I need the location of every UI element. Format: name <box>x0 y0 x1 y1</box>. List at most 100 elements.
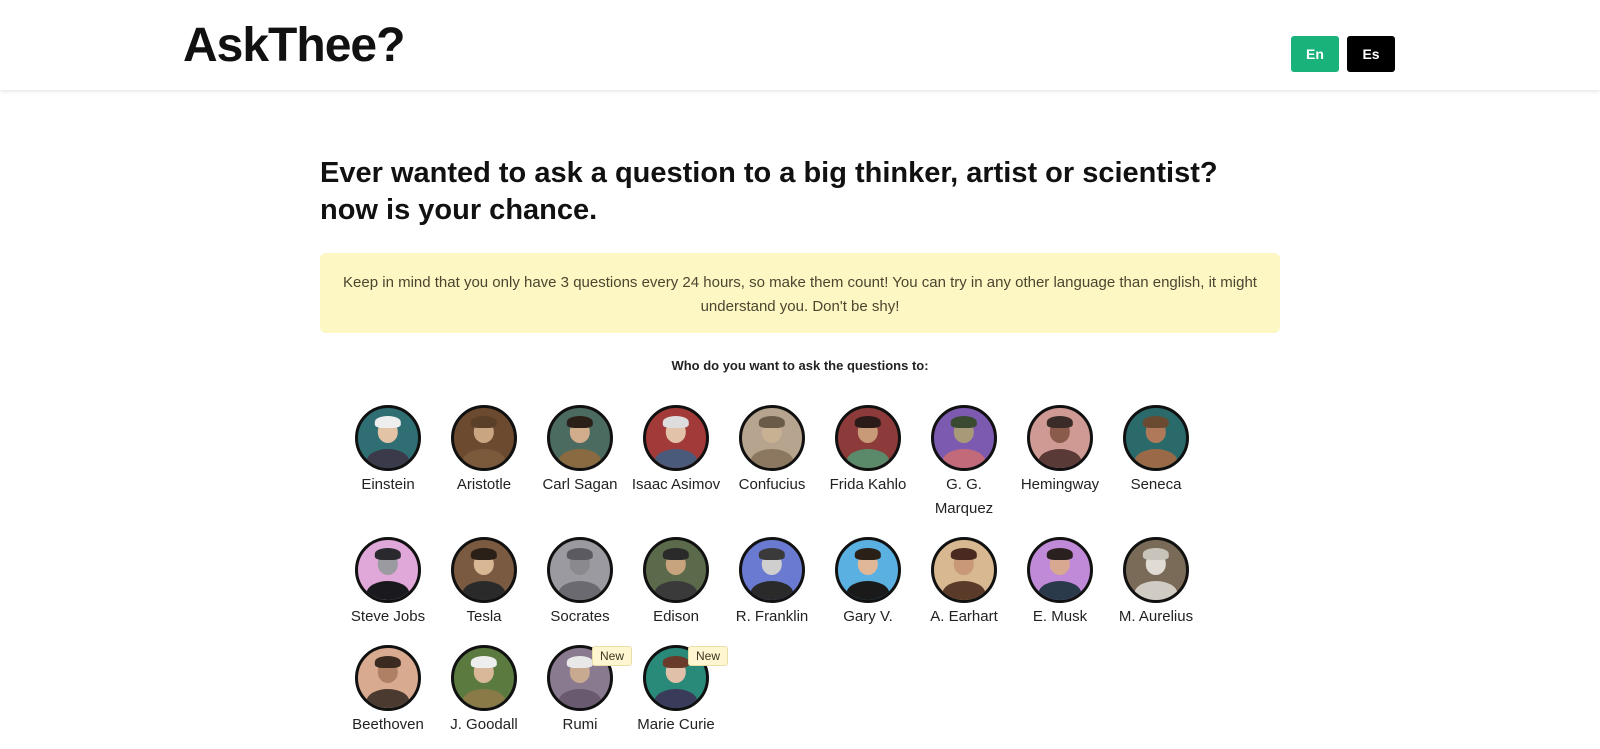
avatar[interactable] <box>451 405 517 471</box>
select-person-prompt: Who do you want to ask the questions to: <box>671 358 929 373</box>
avatar-body-shape <box>558 580 602 600</box>
person-name: Hemingway <box>1020 476 1100 493</box>
avatar-hair-shape <box>662 548 690 561</box>
avatar-hair-shape <box>662 416 690 429</box>
avatar[interactable] <box>547 405 613 471</box>
person-name: Frida Kahlo <box>829 476 907 493</box>
avatar-hair-shape <box>950 548 978 561</box>
person-name: Carl Sagan <box>542 476 618 493</box>
people-grid: Einstein Aristotle Carl Sagan Isaac Asimov C… <box>340 405 1210 737</box>
person-option[interactable]: Confucius <box>724 405 820 521</box>
person-option[interactable]: Beethoven <box>340 645 436 737</box>
avatar-body-shape <box>1134 448 1178 468</box>
new-badge: New <box>592 646 633 666</box>
person-option[interactable]: E. Musk <box>1012 537 1108 629</box>
person-option[interactable]: Einstein <box>340 405 436 521</box>
person-option[interactable]: A. Earhart <box>916 537 1012 629</box>
person-name: Edison <box>653 608 699 625</box>
person-option[interactable]: Aristotle <box>436 405 532 521</box>
person-option[interactable]: Carl Sagan <box>532 405 628 521</box>
avatar-body-shape <box>1038 448 1082 468</box>
avatar[interactable] <box>355 537 421 603</box>
avatar[interactable] <box>451 537 517 603</box>
avatar-body-shape <box>654 688 698 708</box>
brand-logo[interactable]: AskThee? <box>183 18 405 73</box>
person-name: Beethoven <box>352 716 424 733</box>
avatar-hair-shape <box>758 548 786 561</box>
avatar-body-shape <box>558 688 602 708</box>
person-name: J. Goodall <box>450 716 518 733</box>
avatar-body-shape <box>846 580 890 600</box>
person-name: Seneca <box>1130 476 1182 493</box>
language-en-button[interactable]: En <box>1291 36 1339 72</box>
person-option[interactable]: G. G. Marquez <box>916 405 1012 521</box>
person-name: Tesla <box>466 608 502 625</box>
avatar[interactable] <box>1027 405 1093 471</box>
person-name: E. Musk <box>1032 608 1088 625</box>
person-option[interactable]: Socrates <box>532 537 628 629</box>
avatar-body-shape <box>1038 580 1082 600</box>
person-option[interactable]: Isaac Asimov <box>628 405 724 521</box>
avatar[interactable] <box>739 537 805 603</box>
avatar[interactable] <box>547 537 613 603</box>
person-name: A. Earhart <box>930 608 998 625</box>
avatar-body-shape <box>750 448 794 468</box>
avatar-hair-shape <box>950 416 978 429</box>
person-name: G. G. Marquez <box>934 476 994 517</box>
avatar[interactable] <box>1123 537 1189 603</box>
person-name: Marie Curie <box>637 716 715 733</box>
avatar-body-shape <box>366 448 410 468</box>
person-name: M. Aurelius <box>1118 608 1194 625</box>
avatar-hair-shape <box>374 416 402 429</box>
avatar[interactable] <box>931 405 997 471</box>
person-name: Steve Jobs <box>350 608 426 625</box>
avatar-hair-shape <box>758 416 786 429</box>
avatar[interactable] <box>835 537 901 603</box>
avatar[interactable] <box>1027 537 1093 603</box>
person-name: Isaac Asimov <box>631 476 721 493</box>
avatar-hair-shape <box>854 416 882 429</box>
avatar[interactable] <box>739 405 805 471</box>
avatar-body-shape <box>462 580 506 600</box>
avatar-body-shape <box>1134 580 1178 600</box>
avatar-hair-shape <box>1046 548 1074 561</box>
person-option[interactable]: Frida Kahlo <box>820 405 916 521</box>
avatar[interactable] <box>1123 405 1189 471</box>
avatar-hair-shape <box>854 548 882 561</box>
avatar[interactable] <box>355 405 421 471</box>
avatar[interactable] <box>835 405 901 471</box>
avatar-hair-shape <box>1142 416 1170 429</box>
person-option[interactable]: M. Aurelius <box>1108 537 1204 629</box>
person-name: Einstein <box>361 476 415 493</box>
person-option[interactable]: Edison <box>628 537 724 629</box>
person-option[interactable]: Steve Jobs <box>340 537 436 629</box>
avatar-hair-shape <box>470 548 498 561</box>
avatar[interactable] <box>643 405 709 471</box>
avatar-body-shape <box>942 580 986 600</box>
avatar[interactable] <box>643 537 709 603</box>
person-name: Aristotle <box>456 476 512 493</box>
avatar-hair-shape <box>470 416 498 429</box>
language-es-button[interactable]: Es <box>1347 36 1395 72</box>
top-navbar: AskThee? En Es <box>0 0 1600 90</box>
page-headline: Ever wanted to ask a question to a big t… <box>320 157 1218 226</box>
avatar[interactable] <box>355 645 421 711</box>
person-name: Gary V. <box>843 608 893 625</box>
avatar-body-shape <box>462 448 506 468</box>
person-option[interactable]: Rumi New <box>532 645 633 737</box>
person-option[interactable]: Hemingway <box>1012 405 1108 521</box>
person-option[interactable]: Marie Curie New <box>628 645 729 737</box>
person-option[interactable]: R. Franklin <box>724 537 820 629</box>
person-name: Rumi <box>562 716 598 733</box>
person-option[interactable]: Tesla <box>436 537 532 629</box>
person-name: Confucius <box>738 476 806 493</box>
avatar[interactable] <box>931 537 997 603</box>
avatar-hair-shape <box>374 548 402 561</box>
avatar-body-shape <box>462 688 506 708</box>
avatar-body-shape <box>654 448 698 468</box>
person-option[interactable]: Seneca <box>1108 405 1204 521</box>
person-option[interactable]: Gary V. <box>820 537 916 629</box>
avatar-hair-shape <box>566 416 594 429</box>
person-option[interactable]: J. Goodall <box>436 645 532 737</box>
avatar[interactable] <box>451 645 517 711</box>
